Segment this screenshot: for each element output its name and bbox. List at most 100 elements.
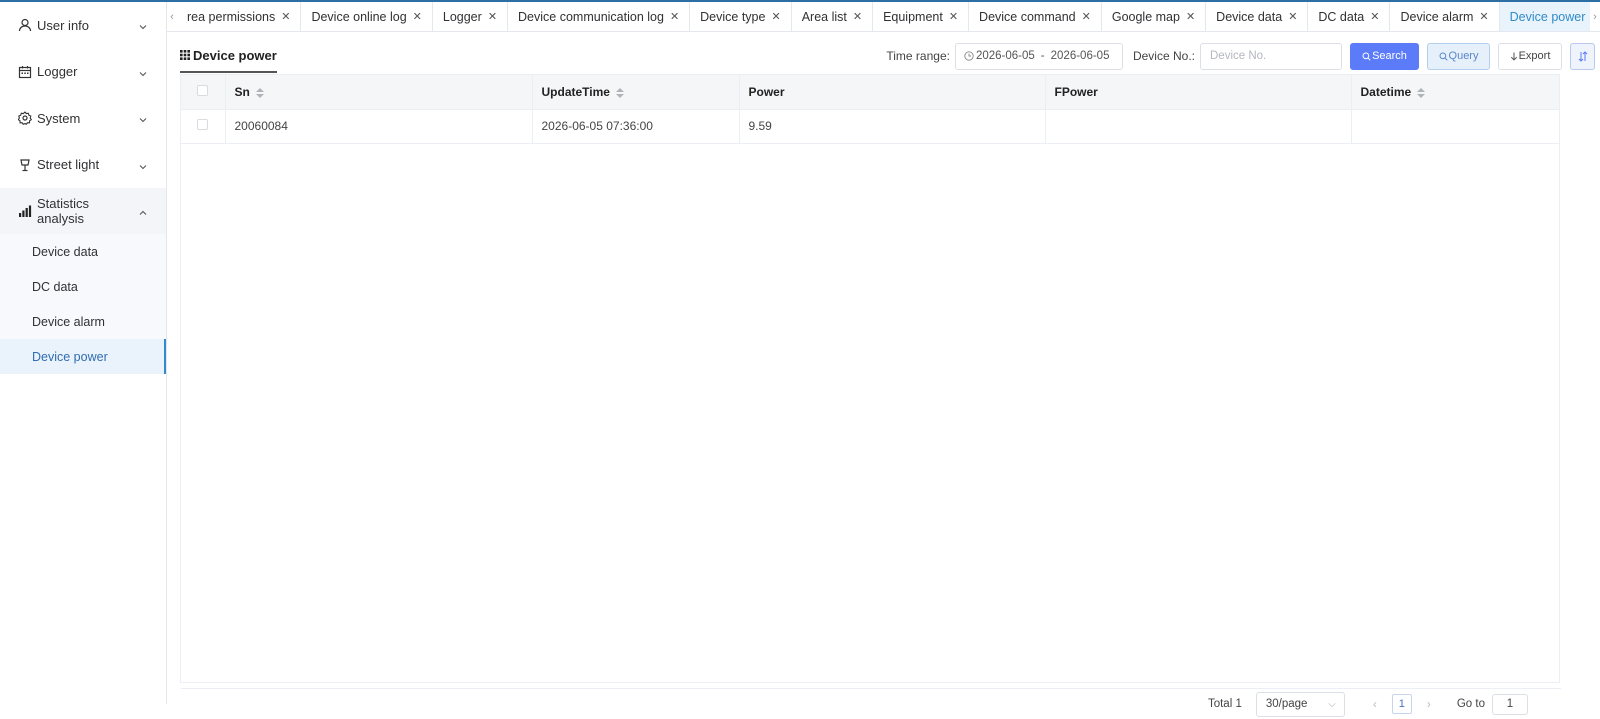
sort-icon (1578, 50, 1588, 62)
close-icon[interactable]: ✕ (1288, 10, 1297, 23)
column-header-sn[interactable]: Sn (225, 75, 533, 110)
select-all-checkbox[interactable] (197, 84, 208, 96)
sidebar-item-label: System (37, 110, 81, 126)
tab-label: rea permissions (187, 9, 276, 24)
goto-page-input[interactable] (1492, 693, 1528, 715)
column-header-fpower: FPower (1045, 75, 1352, 110)
search-button[interactable]: Search (1350, 42, 1419, 70)
column-header-updatetime[interactable]: UpdateTime (532, 75, 740, 110)
tab-logger[interactable]: Logger ✕ (433, 2, 509, 31)
column-header-datetime[interactable]: Datetime (1351, 75, 1559, 110)
tabs-scroll-right-icon[interactable]: › (1590, 2, 1600, 31)
tab-dc-data[interactable]: DC data ✕ (1308, 2, 1391, 31)
tab-device-communication-log[interactable]: Device communication log ✕ (508, 2, 691, 31)
lamp-icon (17, 157, 32, 172)
tab-equipment[interactable]: Equipment ✕ (873, 2, 970, 31)
prev-page-icon[interactable]: ‹ (1368, 697, 1382, 711)
sort-icon[interactable] (255, 87, 264, 98)
tab-label: Device communication log (518, 9, 664, 24)
close-icon[interactable]: ✕ (853, 10, 862, 23)
cell-power: 9.59 (739, 109, 1046, 144)
close-icon[interactable]: ✕ (1479, 10, 1488, 23)
main-panel: Device power Time range: 2026-06-05 - 20… (180, 39, 1595, 717)
page-size-select[interactable]: 30/page ⌵ (1255, 691, 1345, 717)
search-button-label: Search (1372, 50, 1407, 62)
tabs-scroll-left-icon[interactable]: ‹ (167, 2, 177, 31)
tab-label: Device type (700, 9, 766, 24)
close-icon[interactable]: ✕ (1186, 10, 1195, 23)
tab-label: Area list (801, 9, 847, 24)
search-icon (1362, 51, 1371, 61)
submenu-item-device-alarm[interactable]: Device alarm (0, 304, 166, 339)
close-icon[interactable]: ✕ (1370, 10, 1379, 23)
row-checkbox[interactable] (197, 119, 208, 130)
export-button[interactable]: Export (1498, 42, 1562, 70)
close-icon[interactable]: ✕ (1082, 10, 1091, 23)
close-icon[interactable]: ✕ (281, 10, 290, 23)
query-button-label: Query (1448, 50, 1479, 62)
table-row[interactable]: 20060084 2026-06-05 07:36:00 9.59 (181, 109, 1559, 144)
submenu-item-dc-data[interactable]: DC data (0, 269, 166, 304)
tab-area-list[interactable]: Area list ✕ (792, 2, 874, 31)
tab-label: Device online log (311, 9, 407, 24)
tab-device-command[interactable]: Device command ✕ (969, 2, 1102, 31)
sidebar-item-label: Statistics analysis (37, 196, 90, 226)
tabs-bar: ‹ rea permissions ✕ Device online log ✕ Lo… (167, 2, 1600, 32)
column-header-power: Power (739, 75, 1046, 110)
sort-icon[interactable] (1417, 87, 1426, 98)
device-no-label: Device No.: (1132, 49, 1195, 63)
page-size-value: 30/page (1265, 698, 1308, 710)
sort-icon[interactable] (615, 87, 624, 98)
data-table-container: Sn UpdateTime Power FPower Datetime 2006… (180, 74, 1561, 717)
tab-google-map[interactable]: Google map ✕ (1102, 2, 1207, 31)
chevron-down-icon (138, 67, 148, 77)
device-no-input[interactable] (1200, 42, 1342, 70)
tab-area-permissions[interactable]: rea permissions ✕ (177, 2, 302, 31)
close-icon[interactable]: ✕ (413, 10, 422, 23)
tab-device-alarm[interactable]: Device alarm ✕ (1390, 2, 1500, 31)
cell-datetime (1351, 109, 1559, 144)
tab-device-online-log[interactable]: Device online log ✕ (301, 2, 433, 31)
date-end[interactable]: 2026-06-05 (1051, 50, 1110, 62)
clock-icon (964, 51, 974, 61)
tab-label: Device command (979, 9, 1076, 24)
submenu-item-device-power[interactable]: Device power (0, 339, 166, 374)
tab-label: DC data (1318, 9, 1365, 24)
chevron-down-icon (138, 20, 148, 30)
statistics-submenu: Device data DC data Device alarm Device … (0, 234, 166, 374)
sort-toggle-button[interactable] (1570, 42, 1595, 70)
column-header-label: UpdateTime (541, 84, 610, 99)
tab-device-data[interactable]: Device data ✕ (1206, 2, 1309, 31)
tabs-list: rea permissions ✕ Device online log ✕ Logg… (177, 2, 1590, 31)
goto-label: Go to (1456, 698, 1485, 710)
gear-icon (17, 111, 32, 126)
column-header-label: Datetime (1360, 84, 1412, 99)
export-button-label: Export (1518, 50, 1551, 62)
query-button[interactable]: Query (1427, 42, 1490, 70)
close-icon[interactable]: ✕ (670, 10, 679, 23)
close-icon[interactable]: ✕ (488, 10, 497, 23)
column-header-label: FPower (1054, 84, 1098, 99)
panel-header: Device power Time range: 2026-06-05 - 20… (180, 39, 1595, 73)
sidebar-item-statistics-analysis[interactable]: Statistics analysis (0, 188, 166, 234)
tab-device-power[interactable]: Device power✕ (1499, 2, 1590, 31)
close-icon[interactable]: ✕ (949, 10, 958, 23)
date-start[interactable]: 2026-06-05 (976, 50, 1035, 62)
time-range-label: Time range: (886, 49, 950, 63)
tab-device-type[interactable]: Device type ✕ (690, 2, 792, 31)
submenu-item-device-data[interactable]: Device data (0, 234, 166, 269)
total-count: Total 1 (1207, 698, 1242, 710)
tab-label: Device power (1509, 9, 1586, 24)
header-select-all (181, 75, 226, 110)
sidebar-item-street-light[interactable]: Street light (0, 142, 166, 189)
tab-label: Logger (442, 9, 482, 24)
sidebar-item-user-info[interactable]: User info (0, 2, 166, 49)
next-page-icon[interactable]: › (1422, 697, 1436, 711)
sidebar-item-system[interactable]: System (0, 95, 166, 142)
chevron-up-icon (138, 206, 148, 216)
page-number-button[interactable]: 1 (1391, 694, 1412, 714)
close-icon[interactable]: ✕ (771, 10, 780, 23)
column-header-label: Sn (234, 84, 250, 99)
sidebar-item-logger[interactable]: Logger (0, 49, 166, 96)
date-range-picker[interactable]: 2026-06-05 - 2026-06-05 (954, 42, 1123, 70)
